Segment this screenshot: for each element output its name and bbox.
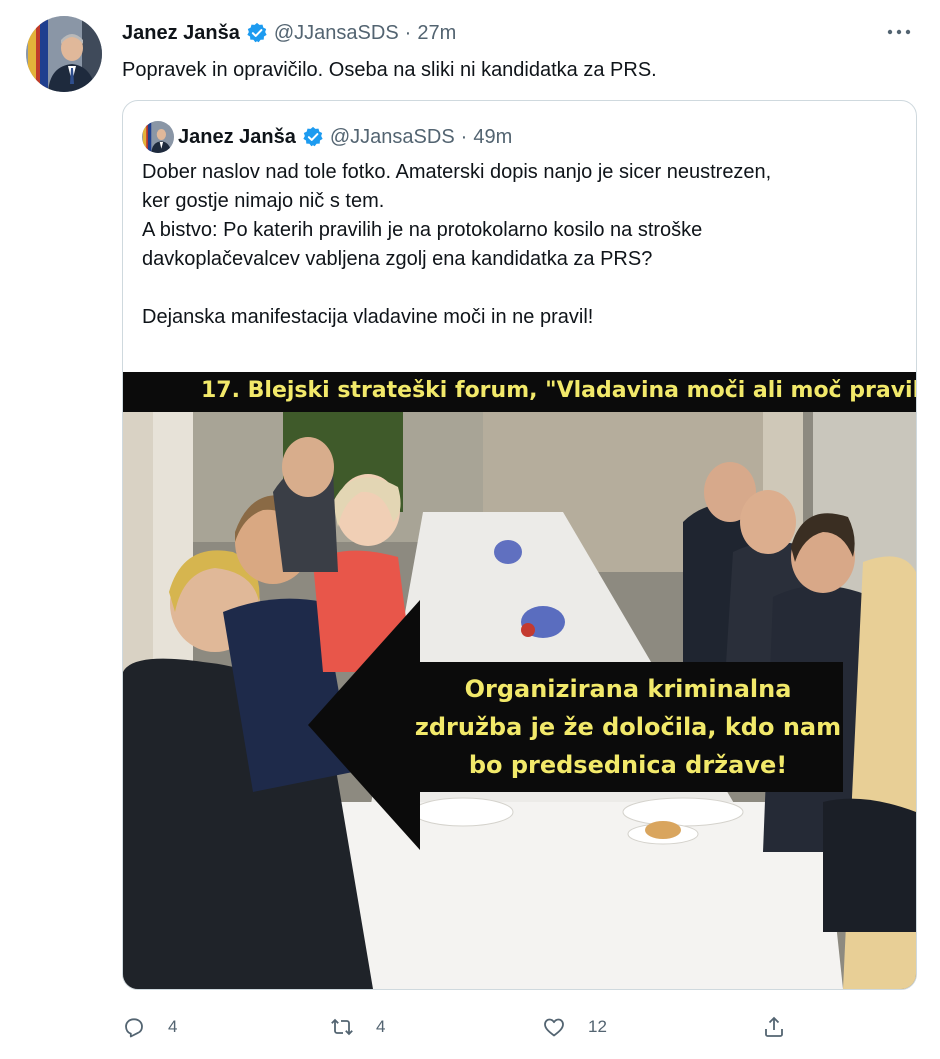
author-avatar[interactable] xyxy=(26,16,102,92)
quoted-text-line: A bistvo: Po katerih pravilih je na prot… xyxy=(142,219,703,241)
quoted-text-line: davkoplačevalcev vabljena zgolj ena kand… xyxy=(142,248,653,270)
tweet-text: Popravek in opravičilo. Oseba na sliki n… xyxy=(122,59,657,81)
retweet-icon xyxy=(330,1015,354,1039)
quoted-author-name[interactable]: Janez Janša xyxy=(178,126,296,149)
retweet-count: 4 xyxy=(376,1017,386,1036)
quoted-author-avatar[interactable] xyxy=(142,121,174,153)
caption-line: bo predsednica države! xyxy=(468,751,788,779)
quoted-text-line: Dejanska manifestacija vladavine moči in… xyxy=(142,306,594,328)
quoted-tweet-header: Janez Janša @JJansaSDS · 49m xyxy=(178,122,512,152)
tweet-timestamp[interactable]: 27m xyxy=(417,22,456,45)
reply-button[interactable]: 4 xyxy=(122,1010,177,1044)
quoted-tweet-text: Dober naslov nad tole fotko. Amaterski d… xyxy=(142,158,771,332)
reply-icon xyxy=(122,1015,146,1039)
quoted-text-line xyxy=(142,274,771,303)
caption-line: združba je že določila, kdo nam xyxy=(414,713,842,741)
reply-count: 4 xyxy=(168,1017,178,1036)
like-count: 12 xyxy=(588,1017,607,1036)
header-separator: · xyxy=(404,21,412,44)
author-name[interactable]: Janez Janša xyxy=(122,22,240,45)
like-button[interactable]: 12 xyxy=(542,1010,607,1044)
image-banner: 17. Blejski strateški forum, "Vladavina … xyxy=(123,372,916,412)
quoted-tweet-image[interactable]: 17. Blejski strateški forum, "Vladavina … xyxy=(123,372,916,989)
more-icon[interactable] xyxy=(882,18,916,46)
quoted-tweet-timestamp[interactable]: 49m xyxy=(473,126,512,149)
tweet-actions: 4 4 12 xyxy=(122,1010,812,1044)
retweet-button[interactable]: 4 xyxy=(330,1010,385,1044)
verified-badge-icon xyxy=(246,22,268,44)
arrow-left-icon xyxy=(308,600,420,850)
header-separator: · xyxy=(460,125,468,148)
share-icon xyxy=(762,1015,786,1039)
quoted-text-line: ker gostje nimajo nič s tem. xyxy=(142,190,385,212)
quoted-author-handle[interactable]: @JJansaSDS xyxy=(330,126,455,149)
tweet: Janez Janša @JJansaSDS · 27m Popravek in… xyxy=(0,0,940,1059)
verified-badge-icon xyxy=(302,126,324,148)
image-caption: Organizirana kriminalna združba je že do… xyxy=(413,662,843,792)
image-banner-text: 17. Blejski strateški forum, "Vladavina … xyxy=(201,378,916,403)
author-handle[interactable]: @JJansaSDS xyxy=(274,22,399,45)
caption-line: Organizirana kriminalna xyxy=(464,675,792,703)
tweet-header: Janez Janša @JJansaSDS · 27m xyxy=(122,18,456,48)
quoted-text-line: Dober naslov nad tole fotko. Amaterski d… xyxy=(142,161,772,183)
heart-icon xyxy=(542,1015,566,1039)
share-button[interactable] xyxy=(762,1010,786,1044)
